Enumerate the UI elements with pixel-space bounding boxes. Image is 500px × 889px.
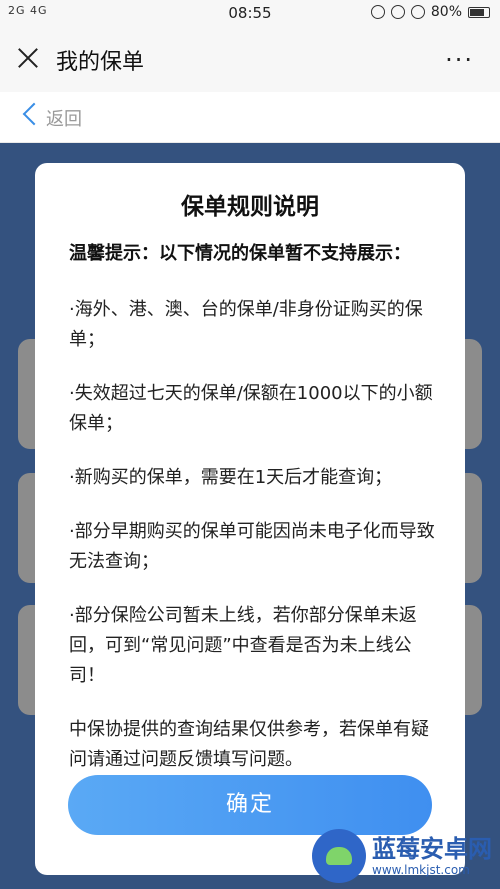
rule-item: ·新购买的保单，需要在1天后才能查询； [69,467,393,488]
rules-dialog: 保单规则说明 温馨提示：以下情况的保单暂不支持展示： ·海外、港、澳、台的保单/… [35,163,465,875]
page-title: 我的保单 [56,50,145,75]
close-icon[interactable] [16,46,40,70]
dialog-title: 保单规则说明 [181,194,319,220]
watermark-name: 蓝莓安卓网 [372,835,492,863]
rule-item: ·部分早期购买的保单可能因尚未电子化而导致无法查询； [69,521,435,572]
status-bar: 2G 4G 08:55 80% [0,0,500,26]
chevron-left-icon[interactable] [22,102,46,126]
disclaimer-text: 中保协提供的查询结果仅供参考，若保单有疑问请通过问题反馈填写问题。 [69,719,429,770]
alarm-icon [410,5,425,19]
confirm-button[interactable]: 确定 [68,775,432,835]
rule-item: ·海外、港、澳、台的保单/非身份证购买的保单； [69,299,423,350]
watermark-text: 蓝莓安卓网 www.lmkjst.com [372,835,492,877]
status-icons: 80% [370,4,490,20]
battery-icon [468,6,490,18]
more-icon[interactable]: ··· [445,48,474,72]
rule-item: ·部分保险公司暂未上线，若你部分保单未返回，可到“常见问题”中查看是否为未上线公… [69,605,417,686]
dialog-body: 温馨提示：以下情况的保单暂不支持展示： ·海外、港、澳、台的保单/非身份证购买的… [69,239,439,799]
watermark-logo-icon [312,829,366,883]
battery-percent: 80% [430,4,462,20]
title-bar: 我的保单 ··· [0,26,500,93]
back-row: 返回 [0,92,500,143]
watermark-url: www.lmkjst.com [372,863,470,877]
tip-heading: 温馨提示：以下情况的保单暂不支持展示： [69,243,411,264]
vibrate-icon [370,5,385,19]
watermark: 蓝莓安卓网 www.lmkjst.com [312,829,492,883]
back-link[interactable]: 返回 [46,105,82,131]
lock-rotation-icon [390,5,405,19]
rule-item: ·失效超过七天的保单/保额在1000以下的小额保单； [69,383,433,434]
